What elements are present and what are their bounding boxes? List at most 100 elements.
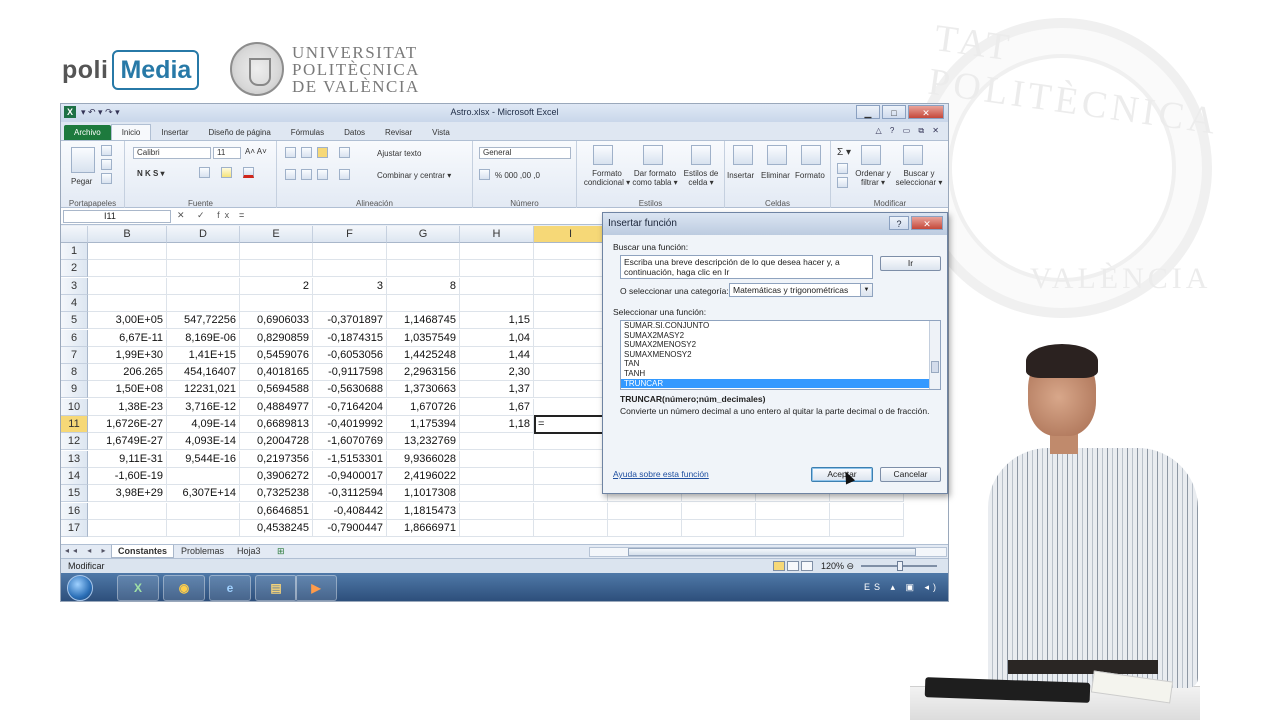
cancel-button[interactable]: Cancelar [880,467,941,482]
taskbar-media-icon[interactable]: ▶ [295,575,337,601]
cell[interactable] [240,294,313,312]
cell[interactable]: -1,5153301 [313,450,387,468]
cell[interactable] [387,243,460,260]
align-left-icon[interactable] [285,169,296,180]
wrap-text-button[interactable]: Ajustar texto [377,149,421,158]
align-right-icon[interactable] [317,169,328,180]
cell[interactable]: -1,6070769 [313,433,387,451]
cell[interactable]: 8,169E-06 [167,329,240,347]
row-header-8[interactable]: 8 [61,364,88,382]
cell[interactable]: 1,0357549 [387,329,460,347]
taskbar-explorer-icon[interactable]: ▤ [255,575,297,601]
tab-revisar[interactable]: Revisar [375,125,422,140]
sheet-tab-problemas[interactable]: Problemas [175,545,230,558]
cell[interactable] [460,519,534,537]
function-item[interactable]: TAN [621,359,940,369]
insert-button[interactable]: Insertar [727,171,754,180]
sort-filter-icon[interactable] [861,145,881,165]
function-list-scrollbar[interactable] [929,321,940,389]
cell[interactable]: 0,2197356 [240,450,313,468]
cell[interactable]: -0,1874315 [313,329,387,347]
sheet-tab-hoja3[interactable]: Hoja3 [231,545,267,558]
cell[interactable]: 1,41E+15 [167,346,240,364]
tab-insertar[interactable]: Insertar [151,125,198,140]
cell[interactable] [313,243,387,260]
cell[interactable]: 0,4538245 [240,519,313,537]
cell[interactable] [830,519,904,537]
cell[interactable] [534,467,608,485]
cell[interactable] [387,260,460,278]
cell[interactable]: 206.265 [88,364,167,382]
cell[interactable] [756,502,830,520]
active-cell-i11[interactable]: = [534,415,608,435]
cell[interactable]: -0,3112594 [313,485,387,503]
cell[interactable]: 0,8290859 [240,329,313,347]
delete-cells-icon[interactable] [767,145,787,165]
column-header-f[interactable]: F [313,226,387,243]
cell[interactable]: -0,3701897 [313,312,387,330]
cell[interactable] [460,485,534,503]
cell[interactable] [534,450,608,468]
cell[interactable]: 3,00E+05 [88,312,167,330]
cell[interactable]: 1,18 [460,416,534,433]
page-break-view-icon[interactable] [801,561,813,571]
format-as-table-icon[interactable] [643,145,663,165]
horizontal-scrollbar[interactable] [589,547,947,557]
search-function-input[interactable]: Escriba una breve descripción de lo que … [620,255,873,279]
cell[interactable] [460,260,534,278]
row-header-11[interactable]: 11 [61,416,88,433]
function-list-scroll-thumb[interactable] [931,361,939,373]
cell[interactable] [682,502,756,520]
cell[interactable] [387,294,460,312]
column-header-i[interactable]: I [534,226,608,243]
row-header-7[interactable]: 7 [61,346,88,364]
cell[interactable]: 1,3730663 [387,381,460,399]
new-sheet-icon[interactable]: ⊞ [271,545,291,558]
cell[interactable] [167,502,240,520]
cell[interactable]: 1,44 [460,346,534,364]
cell[interactable] [88,277,167,295]
cell[interactable]: 0,6646851 [240,502,313,520]
cell[interactable] [167,243,240,260]
indent-icon[interactable] [339,169,350,180]
horizontal-scroll-thumb[interactable] [628,548,916,556]
borders-icon[interactable] [199,167,210,178]
cell[interactable] [534,364,608,382]
cell[interactable]: 547,72256 [167,312,240,330]
cell[interactable] [830,502,904,520]
row-header-2[interactable]: 2 [61,260,88,278]
maximize-button[interactable]: □ [882,105,906,119]
cell[interactable]: 3,98E+29 [88,485,167,503]
cell[interactable] [167,519,240,537]
cell[interactable] [534,485,608,503]
page-layout-view-icon[interactable] [787,561,799,571]
cell[interactable]: 12231,021 [167,381,240,399]
cell[interactable] [167,294,240,312]
align-middle-icon[interactable] [301,147,312,158]
name-box[interactable]: I11 [63,210,171,223]
align-bottom-icon[interactable] [317,147,328,158]
cell[interactable]: 1,1815473 [387,502,460,520]
number-format-select[interactable]: General [479,147,571,159]
cell[interactable]: 0,3906272 [240,467,313,485]
cell[interactable] [460,433,534,451]
function-item-selected[interactable]: TRUNCAR [621,378,940,389]
orientation-icon[interactable] [339,147,350,158]
paste-icon[interactable] [71,147,95,173]
dialog-help-button[interactable]: ? [889,216,909,230]
cell[interactable] [534,329,608,347]
cell[interactable]: -0,7900447 [313,519,387,537]
row-header-13[interactable]: 13 [61,450,88,468]
cell[interactable]: -0,4019992 [313,416,387,433]
cell[interactable]: 1,04 [460,329,534,347]
cell[interactable]: 1,99E+30 [88,346,167,364]
row-header-17[interactable]: 17 [61,519,88,537]
cell[interactable]: 0,4018165 [240,364,313,382]
font-name-select[interactable]: Calibri [133,147,211,159]
cell[interactable]: 1,15 [460,312,534,330]
cell[interactable] [460,243,534,260]
cell[interactable]: 2,2963156 [387,364,460,382]
row-header-15[interactable]: 15 [61,485,88,503]
cell[interactable]: 9,544E-16 [167,450,240,468]
cell-styles-icon[interactable] [691,145,711,165]
